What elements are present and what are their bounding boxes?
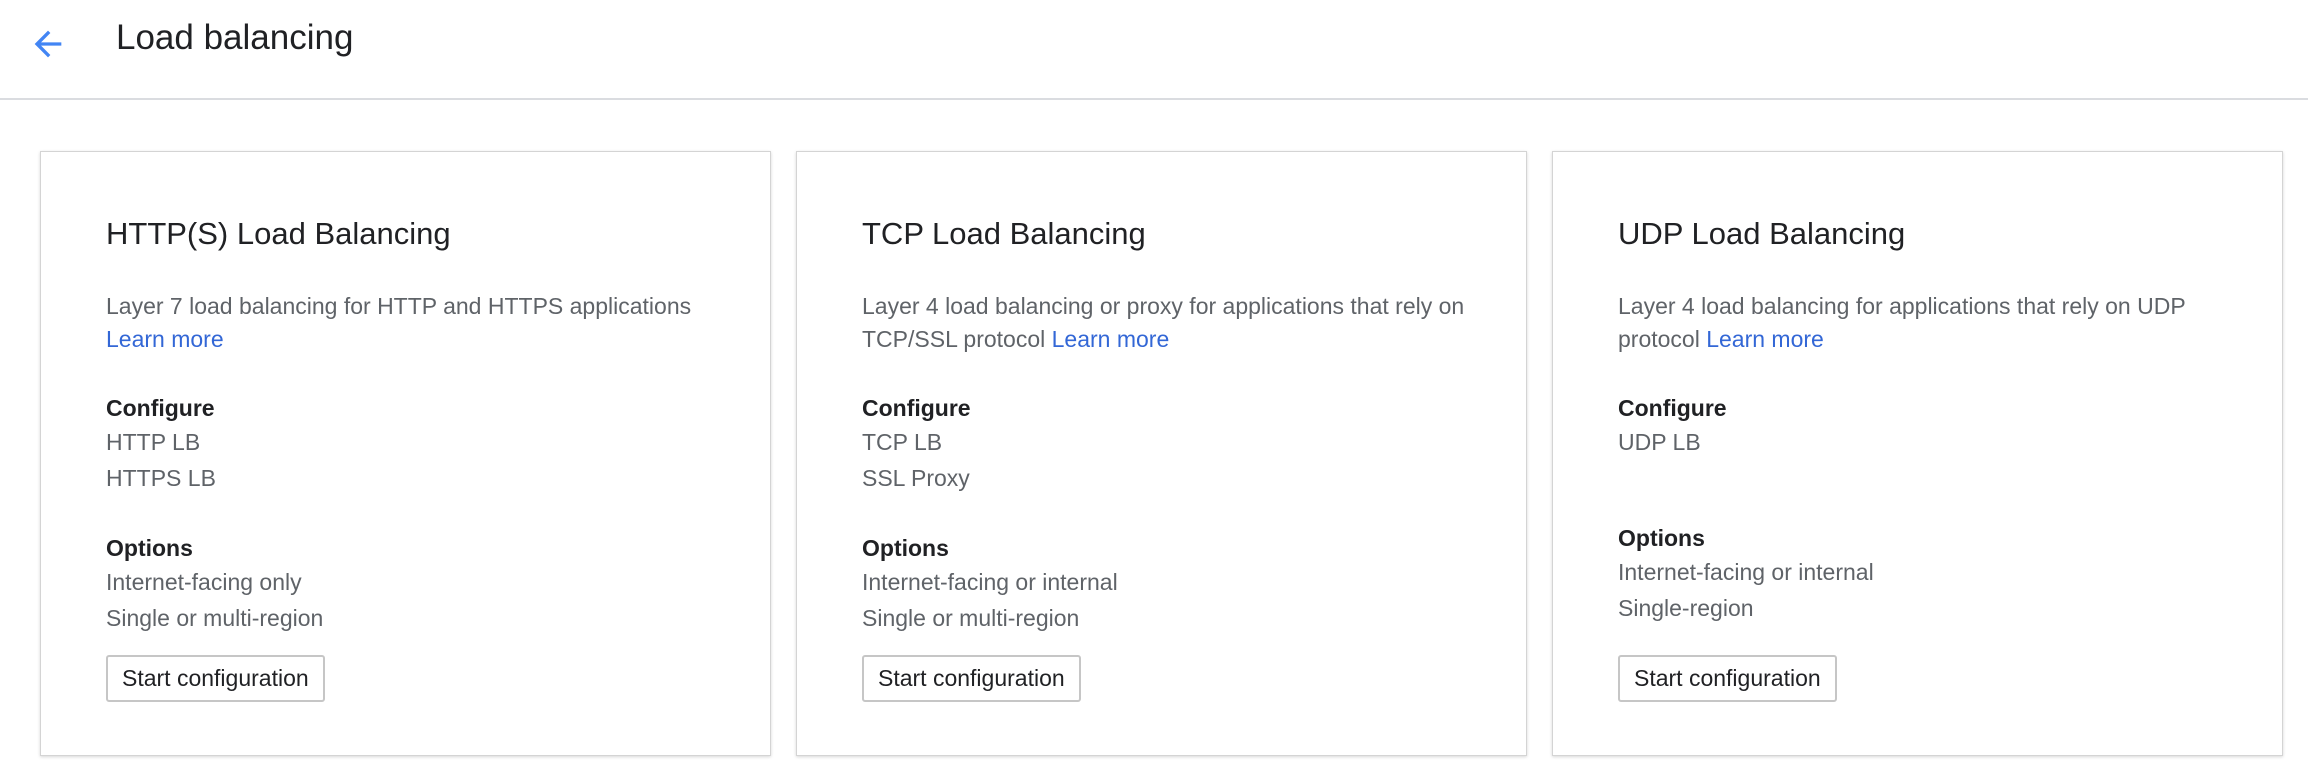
card-title: HTTP(S) Load Balancing [106, 216, 451, 251]
card-description: Layer 4 load balancing for applications … [1618, 290, 2228, 356]
configure-list: TCP LB SSL Proxy [862, 424, 970, 496]
card-description-text: Layer 4 load balancing for applications … [1618, 293, 2186, 352]
configure-item: SSL Proxy [862, 465, 970, 491]
options-item: Internet-facing or internal [1618, 559, 1874, 585]
configure-item: TCP LB [862, 429, 943, 455]
options-item: Internet-facing or internal [862, 569, 1118, 595]
card-tcp-load-balancing: TCP Load Balancing Layer 4 load balancin… [796, 151, 1527, 756]
page-header: Load balancing [0, 0, 2308, 100]
page-title: Load balancing [116, 18, 354, 57]
arrow-back-icon [34, 30, 62, 58]
configure-heading: Configure [106, 395, 215, 421]
options-item: Single or multi-region [862, 605, 1080, 631]
options-list: Internet-facing only Single or multi-reg… [106, 564, 323, 636]
card-description: Layer 4 load balancing or proxy for appl… [862, 290, 1472, 356]
options-item: Internet-facing only [106, 569, 302, 595]
card-description-text: Layer 7 load balancing for HTTP and HTTP… [106, 293, 692, 319]
options-item: Single or multi-region [106, 605, 324, 631]
configure-heading: Configure [862, 395, 971, 421]
options-list: Internet-facing or internal Single-regio… [1618, 554, 1874, 626]
configure-heading: Configure [1618, 395, 1727, 421]
start-configuration-button[interactable]: Start configuration [862, 655, 1081, 702]
card-description: Layer 7 load balancing for HTTP and HTTP… [106, 290, 716, 356]
options-heading: Options [106, 535, 193, 561]
configure-list: HTTP LB HTTPS LB [106, 424, 216, 496]
learn-more-link[interactable]: Learn more [106, 326, 224, 352]
configure-item: UDP LB [1618, 429, 1701, 455]
options-heading: Options [1618, 525, 1705, 551]
options-list: Internet-facing or internal Single or mu… [862, 564, 1118, 636]
card-title: TCP Load Balancing [862, 216, 1146, 251]
start-configuration-button[interactable]: Start configuration [106, 655, 325, 702]
configure-item: HTTPS LB [106, 465, 216, 491]
learn-more-link[interactable]: Learn more [1706, 326, 1824, 352]
start-configuration-button[interactable]: Start configuration [1618, 655, 1837, 702]
back-button[interactable] [18, 14, 78, 74]
options-item: Single-region [1618, 595, 1754, 621]
card-udp-load-balancing: UDP Load Balancing Layer 4 load balancin… [1552, 151, 2283, 756]
options-heading: Options [862, 535, 949, 561]
configure-item: HTTP LB [106, 429, 201, 455]
configure-list: UDP LB [1618, 424, 1701, 460]
learn-more-link[interactable]: Learn more [1052, 326, 1170, 352]
card-https-load-balancing: HTTP(S) Load Balancing Layer 7 load bala… [40, 151, 771, 756]
card-title: UDP Load Balancing [1618, 216, 1906, 251]
